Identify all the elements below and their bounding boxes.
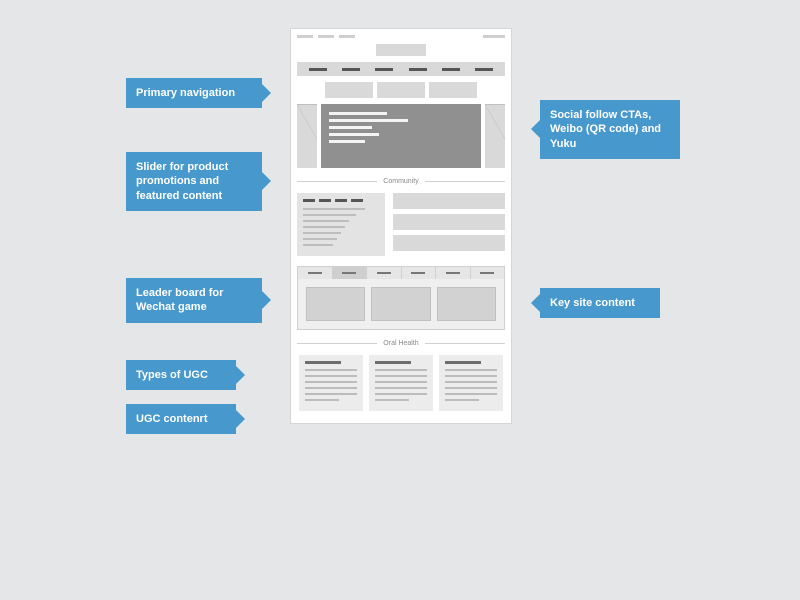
callout-slider: Slider for product promotions and featur… [126, 152, 262, 211]
callout-ugc-types: Types of UGC [126, 360, 236, 390]
ugc-tab[interactable] [367, 267, 402, 279]
ugc-cards [298, 279, 504, 329]
ugc-tab[interactable] [298, 267, 333, 279]
ugc-tab[interactable] [402, 267, 437, 279]
callout-leaderboard: Leader board for Wechat game [126, 278, 262, 323]
callout-social: Social follow CTAs, Weibo (QR code) and … [540, 100, 680, 159]
content-block[interactable] [393, 193, 505, 209]
oral-health-columns [297, 355, 505, 417]
leaderboard-widget[interactable] [297, 193, 385, 256]
key-content-list [393, 193, 505, 256]
content-column [439, 355, 503, 411]
content-block[interactable] [393, 235, 505, 251]
ugc-card[interactable] [306, 287, 365, 321]
hero-slider[interactable] [297, 104, 505, 168]
ugc-tabs[interactable] [298, 267, 504, 279]
slider-slide [321, 104, 481, 168]
callout-primary-nav: Primary navigation [126, 78, 262, 108]
ugc-card[interactable] [371, 287, 430, 321]
ugc-module [297, 266, 505, 330]
ugc-tab[interactable] [471, 267, 505, 279]
content-column [299, 355, 363, 411]
ugc-card[interactable] [437, 287, 496, 321]
ugc-tab[interactable] [436, 267, 471, 279]
section-label: Community [383, 178, 418, 185]
primary-nav[interactable] [297, 62, 505, 76]
utility-nav [297, 35, 505, 38]
feature-tiles [325, 82, 477, 98]
content-block[interactable] [393, 214, 505, 230]
community-row [297, 193, 505, 256]
slider-next[interactable] [485, 104, 505, 168]
slider-prev[interactable] [297, 104, 317, 168]
wireframe-page: Community [290, 28, 512, 424]
section-label: Oral Health [383, 340, 418, 347]
callout-ugc-content: UGC contenrt [126, 404, 236, 434]
content-column [369, 355, 433, 411]
section-divider-community: Community [297, 178, 505, 185]
callout-key-content: Key site content [540, 288, 660, 318]
section-divider-oral-health: Oral Health [297, 340, 505, 347]
ugc-tab[interactable] [333, 267, 368, 279]
logo-placeholder [376, 44, 426, 56]
